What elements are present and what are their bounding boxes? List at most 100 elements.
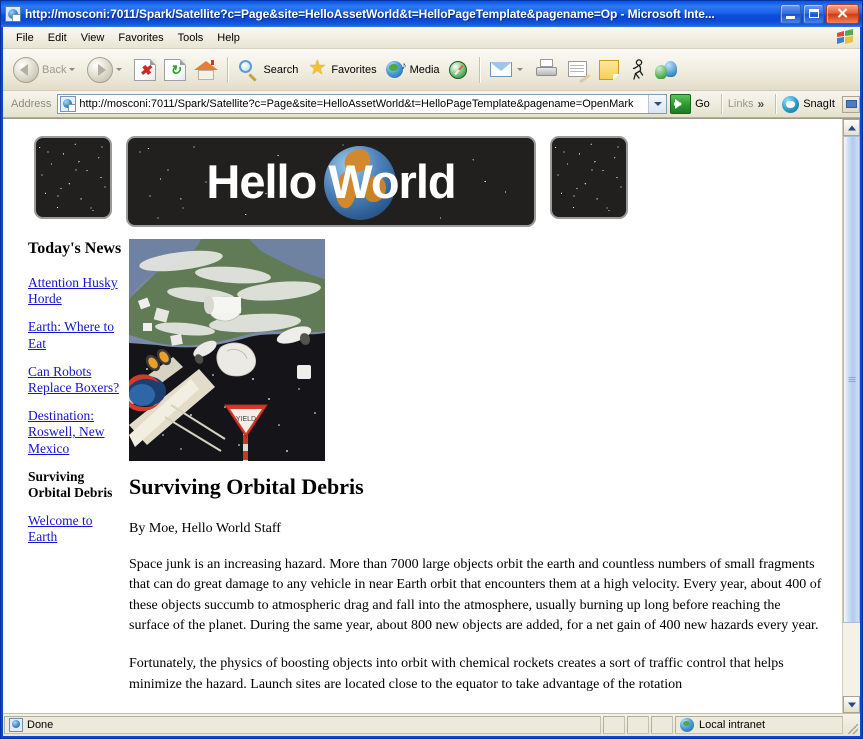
favorites-button[interactable]: ★ Favorites bbox=[302, 52, 380, 88]
starfield-right-icon bbox=[552, 138, 626, 217]
banner-right-panel bbox=[550, 136, 628, 219]
forward-dropdown-icon[interactable] bbox=[116, 68, 123, 71]
address-label: Address bbox=[11, 98, 52, 110]
security-zone-panel[interactable]: Local intranet bbox=[675, 716, 843, 734]
home-icon bbox=[194, 59, 219, 81]
zone-text: Local intranet bbox=[699, 719, 766, 731]
maximize-button[interactable] bbox=[803, 4, 824, 24]
home-button[interactable] bbox=[190, 52, 222, 88]
close-button[interactable]: ✕ bbox=[826, 4, 859, 24]
sidebar-item-earth-where-to-eat[interactable]: Earth: Where to Eat bbox=[28, 319, 123, 351]
printer-icon bbox=[535, 58, 559, 81]
address-separator-2 bbox=[775, 94, 778, 114]
menu-help[interactable]: Help bbox=[210, 30, 247, 46]
menu-edit[interactable]: Edit bbox=[41, 30, 74, 46]
scrollbar-track[interactable] bbox=[843, 136, 860, 696]
page-columns: Today's News Attention Husky Horde Earth… bbox=[3, 227, 842, 713]
sidebar-item-can-robots-replace-boxers[interactable]: Can Robots Replace Boxers? bbox=[28, 364, 123, 396]
stop-button[interactable]: ✖ bbox=[130, 52, 160, 88]
snagit-capture-button[interactable] bbox=[842, 95, 860, 113]
edit-button[interactable] bbox=[563, 52, 595, 88]
browser-window: http://mosconi:7011/Spark/Satellite?c=Pa… bbox=[0, 0, 863, 739]
navigation-toolbar: Back ✖ ↻ Search ★ Favorites ♪ Media bbox=[3, 49, 860, 91]
go-label: Go bbox=[695, 98, 710, 110]
links-label[interactable]: Links bbox=[728, 98, 754, 110]
client-area: File Edit View Favorites Tools Help Back bbox=[3, 27, 860, 736]
status-text: Done bbox=[27, 719, 54, 731]
sidebar-item-welcome-to-earth[interactable]: Welcome to Earth bbox=[28, 513, 123, 545]
address-input[interactable]: http://mosconi:7011/Spark/Satellite?c=Pa… bbox=[57, 94, 668, 114]
history-button[interactable] bbox=[444, 52, 474, 88]
menu-bar: File Edit View Favorites Tools Help bbox=[3, 27, 860, 49]
news-sidebar: Today's News Attention Husky Horde Earth… bbox=[3, 239, 123, 713]
search-button[interactable]: Search bbox=[234, 52, 302, 88]
toolbar-separator-1 bbox=[227, 56, 230, 83]
address-bar: Address http://mosconi:7011/Spark/Satell… bbox=[3, 91, 860, 118]
window-title: http://mosconi:7011/Spark/Satellite?c=Pa… bbox=[25, 7, 715, 21]
article-title: Surviving Orbital Debris bbox=[129, 474, 364, 499]
print-button[interactable] bbox=[531, 52, 563, 88]
media-globe-icon: ♪ bbox=[385, 59, 407, 81]
people-icon bbox=[654, 60, 679, 80]
edit-page-icon bbox=[567, 60, 591, 83]
article-illustration: YIELD bbox=[129, 239, 325, 461]
status-message-panel: Done bbox=[4, 716, 601, 734]
document-viewport: Hello World Today's News Attention Husky… bbox=[3, 118, 860, 713]
mail-icon bbox=[489, 60, 514, 80]
status-panel-4 bbox=[651, 716, 673, 734]
refresh-icon: ↻ bbox=[164, 58, 187, 81]
menu-view[interactable]: View bbox=[74, 30, 112, 46]
banner-left-panel bbox=[34, 136, 112, 219]
sidebar-item-surviving-orbital-debris-current: Surviving Orbital Debris bbox=[28, 468, 113, 500]
scroll-up-button[interactable] bbox=[843, 119, 860, 136]
running-person-icon bbox=[627, 58, 647, 81]
close-icon: ✕ bbox=[836, 5, 849, 23]
address-separator-1 bbox=[720, 94, 723, 114]
mail-button[interactable] bbox=[486, 52, 531, 88]
svg-text:YIELD: YIELD bbox=[236, 416, 256, 423]
back-button[interactable]: Back bbox=[9, 52, 83, 88]
address-dropdown-button[interactable] bbox=[648, 95, 667, 113]
title-bar: http://mosconi:7011/Spark/Satellite?c=Pa… bbox=[1, 1, 862, 27]
sidebar-item-attention-husky-horde[interactable]: Attention Husky Horde bbox=[28, 275, 123, 307]
sidebar-item-destination-roswell-new-mexico[interactable]: Destination: Roswell, New Mexico bbox=[28, 408, 123, 457]
internet-explorer-icon bbox=[5, 6, 21, 22]
mail-dropdown-icon[interactable] bbox=[516, 68, 523, 71]
site-banner: Hello World bbox=[3, 119, 842, 227]
article-byline: By Moe, Hello World Staff bbox=[129, 521, 281, 537]
notes-button[interactable] bbox=[595, 52, 623, 88]
search-label: Search bbox=[263, 63, 299, 76]
status-bar: Done Local intranet bbox=[3, 713, 860, 736]
article-paragraph-1: Space junk is an increasing hazard. More… bbox=[129, 557, 822, 634]
messenger-button[interactable] bbox=[623, 52, 651, 88]
scrollbar-thumb[interactable] bbox=[843, 136, 860, 623]
starfield-left-icon bbox=[36, 138, 110, 217]
forward-button[interactable] bbox=[83, 52, 130, 88]
status-page-icon bbox=[9, 718, 23, 732]
banner-center-panel: Hello World bbox=[126, 136, 536, 227]
menu-tools[interactable]: Tools bbox=[171, 30, 211, 46]
zone-globe-icon bbox=[680, 718, 694, 732]
window-controls: ✕ bbox=[780, 4, 860, 24]
refresh-button[interactable]: ↻ bbox=[160, 52, 190, 88]
vertical-scrollbar[interactable] bbox=[842, 119, 860, 713]
star-icon: ★ bbox=[308, 56, 327, 79]
discuss-button[interactable] bbox=[651, 52, 683, 88]
back-dropdown-icon[interactable] bbox=[69, 68, 76, 71]
resize-grip[interactable] bbox=[844, 714, 860, 736]
snagit-icon bbox=[782, 95, 800, 113]
go-arrow-icon bbox=[670, 94, 692, 114]
snagit-label[interactable]: SnagIt bbox=[803, 98, 835, 110]
status-panel-2 bbox=[603, 716, 625, 734]
minimize-button[interactable] bbox=[780, 4, 801, 24]
menu-file[interactable]: File bbox=[9, 30, 41, 46]
chevron-overflow-icon[interactable]: » bbox=[758, 97, 765, 111]
menu-favorites[interactable]: Favorites bbox=[111, 30, 170, 46]
site-title: Hello World bbox=[206, 155, 456, 208]
back-label: Back bbox=[42, 63, 67, 76]
scroll-down-button[interactable] bbox=[843, 696, 860, 713]
media-button[interactable]: ♪ Media bbox=[381, 52, 444, 88]
sidebar-heading: Today's News bbox=[28, 240, 122, 257]
go-button[interactable]: Go bbox=[667, 94, 716, 114]
windows-flag-icon bbox=[836, 29, 854, 45]
